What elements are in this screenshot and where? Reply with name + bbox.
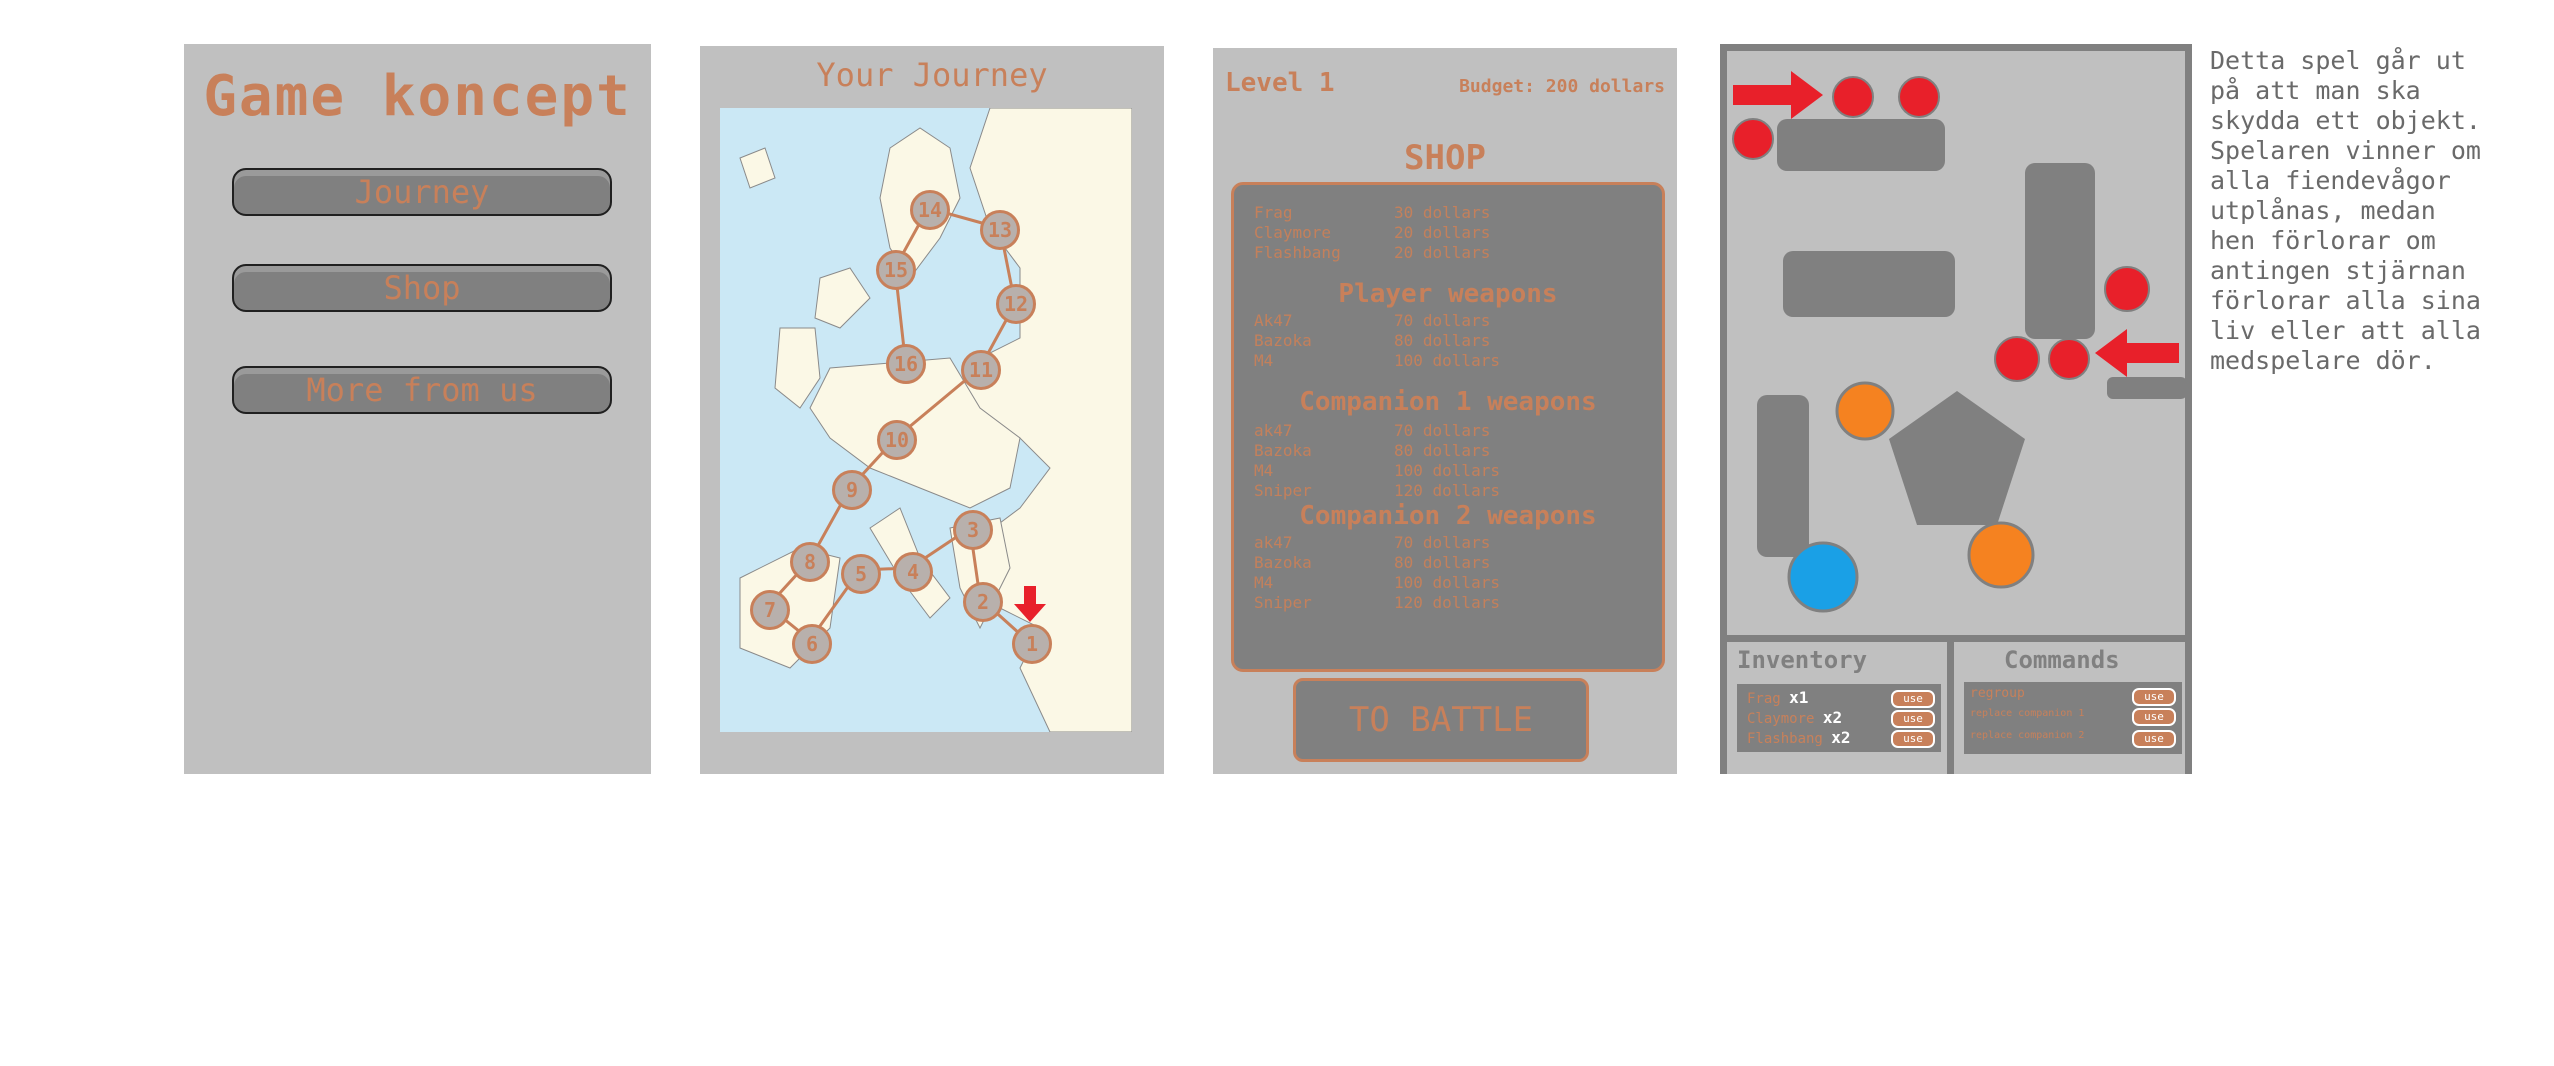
enemy: [2048, 338, 2090, 380]
inventory-item: Frag x1: [1747, 688, 1809, 707]
journey-node-7[interactable]: 7: [750, 590, 790, 630]
commands-panel: Commands regroup use replace companion 1…: [1954, 642, 2185, 774]
game-concept-panel: Game koncept Journey Shop More from us: [184, 44, 651, 774]
shop-button[interactable]: Shop: [232, 264, 612, 312]
game-description: Detta spel går ut på att man ska skydda …: [2210, 46, 2481, 375]
budget-label: Budget: 200 dollars: [1459, 76, 1665, 97]
wall-obstacle: [2107, 377, 2187, 399]
shop-item[interactable]: M4 100 dollars: [1254, 461, 1500, 480]
more-from-us-button[interactable]: More from us: [232, 366, 612, 414]
shop-item[interactable]: Bazoka 80 dollars: [1254, 441, 1490, 460]
wall-obstacle: [1783, 251, 1955, 317]
journey-node-8[interactable]: 8: [790, 542, 830, 582]
journey-node-1[interactable]: 1: [1012, 624, 1052, 664]
enemy: [1832, 76, 1874, 118]
inventory-title: Inventory: [1737, 646, 1868, 674]
shop-item[interactable]: ak47 70 dollars: [1254, 421, 1490, 440]
enemy-arrow-icon: [1733, 71, 1823, 119]
shop-item[interactable]: ak47 70 dollars: [1254, 533, 1490, 552]
shop-item[interactable]: Ak47 70 dollars: [1254, 311, 1490, 330]
level-label: Level 1: [1225, 68, 1335, 98]
use-button[interactable]: use: [1891, 690, 1935, 708]
companion-1-heading: Companion 1 weapons: [1299, 387, 1597, 417]
use-button[interactable]: use: [2132, 708, 2176, 726]
shop-item[interactable]: Flashbang 20 dollars: [1254, 243, 1490, 262]
companion: [1967, 521, 2035, 589]
use-button[interactable]: use: [1891, 710, 1935, 728]
wall-obstacle: [1777, 119, 1945, 171]
journey-node-6[interactable]: 6: [792, 624, 832, 664]
companion-2-heading: Companion 2 weapons: [1299, 501, 1597, 531]
enemy: [2104, 266, 2150, 312]
enemy: [1732, 118, 1774, 160]
shop-item[interactable]: Bazoka 80 dollars: [1254, 331, 1490, 350]
shop-item[interactable]: M4 100 dollars: [1254, 573, 1500, 592]
inventory-item: Claymore x2: [1747, 708, 1843, 727]
page-title: Game koncept: [203, 64, 632, 129]
wall-obstacle: [1757, 395, 1809, 557]
objective-pentagon: [1889, 391, 2025, 525]
journey-node-12[interactable]: 12: [996, 284, 1036, 324]
journey-node-16[interactable]: 16: [886, 344, 926, 384]
to-battle-button[interactable]: TO BATTLE: [1293, 678, 1589, 762]
journey-node-14[interactable]: 14: [910, 190, 950, 230]
enemy: [1994, 336, 2040, 382]
use-button[interactable]: use: [2132, 688, 2176, 706]
shop-item[interactable]: Sniper 120 dollars: [1254, 481, 1500, 500]
command-item: replace companion 2: [1970, 730, 2085, 741]
journey-node-5[interactable]: 5: [841, 554, 881, 594]
journey-title: Your Journey: [816, 56, 1048, 94]
shop-title: SHOP: [1404, 138, 1486, 178]
shop-item[interactable]: Bazoka 80 dollars: [1254, 553, 1490, 572]
use-button[interactable]: use: [2132, 730, 2176, 748]
battle-panel: Inventory Frag x1 use Claymore x2 use Fl…: [1720, 44, 2192, 774]
player: [1787, 541, 1859, 613]
europe-map: 1 2 3 4 5 6 7 8 9 10 11 12 13 14 15 16: [720, 108, 1132, 732]
inventory-list: Frag x1 use Claymore x2 use Flashbang x2…: [1737, 684, 1941, 752]
command-item: regroup: [1970, 686, 2025, 701]
journey-button[interactable]: Journey: [232, 168, 612, 216]
shop-item[interactable]: M4 100 dollars: [1254, 351, 1500, 370]
wall-obstacle: [2025, 163, 2095, 339]
shop-item[interactable]: Frag 30 dollars: [1254, 203, 1490, 222]
enemy: [1898, 76, 1940, 118]
shop-list: Frag 30 dollars Claymore 20 dollars Flashb…: [1231, 182, 1665, 672]
shop-panel: Level 1 Budget: 200 dollars SHOP Frag 30 …: [1213, 48, 1677, 774]
journey-node-13[interactable]: 13: [980, 210, 1020, 250]
enemy-arrow-icon: [2095, 329, 2179, 377]
inventory-item: Flashbang x2: [1747, 728, 1851, 747]
journey-node-2[interactable]: 2: [963, 582, 1003, 622]
inventory-panel: Inventory Frag x1 use Claymore x2 use Fl…: [1727, 642, 1954, 774]
journey-node-4[interactable]: 4: [893, 552, 933, 592]
command-item: replace companion 1: [1970, 708, 2085, 719]
shop-item[interactable]: Claymore 20 dollars: [1254, 223, 1490, 242]
commands-title: Commands: [2004, 646, 2120, 674]
journey-node-15[interactable]: 15: [876, 250, 916, 290]
journey-node-11[interactable]: 11: [961, 350, 1001, 390]
shop-item[interactable]: Sniper 120 dollars: [1254, 593, 1500, 612]
use-button[interactable]: use: [1891, 730, 1935, 748]
journey-node-3[interactable]: 3: [953, 510, 993, 550]
battlefield-scene: [1732, 71, 2187, 613]
companion: [1835, 381, 1895, 441]
journey-panel: Your Journey 1 2 3 4 5 6 7 8 9 10 11 12: [700, 46, 1164, 774]
battlefield: [1727, 51, 2187, 635]
journey-node-9[interactable]: 9: [832, 470, 872, 510]
bottom-bar: Inventory Frag x1 use Claymore x2 use Fl…: [1727, 635, 2185, 774]
commands-list: regroup use replace companion 1 use repl…: [1964, 682, 2182, 754]
journey-node-10[interactable]: 10: [877, 420, 917, 460]
player-weapons-heading: Player weapons: [1338, 279, 1558, 309]
